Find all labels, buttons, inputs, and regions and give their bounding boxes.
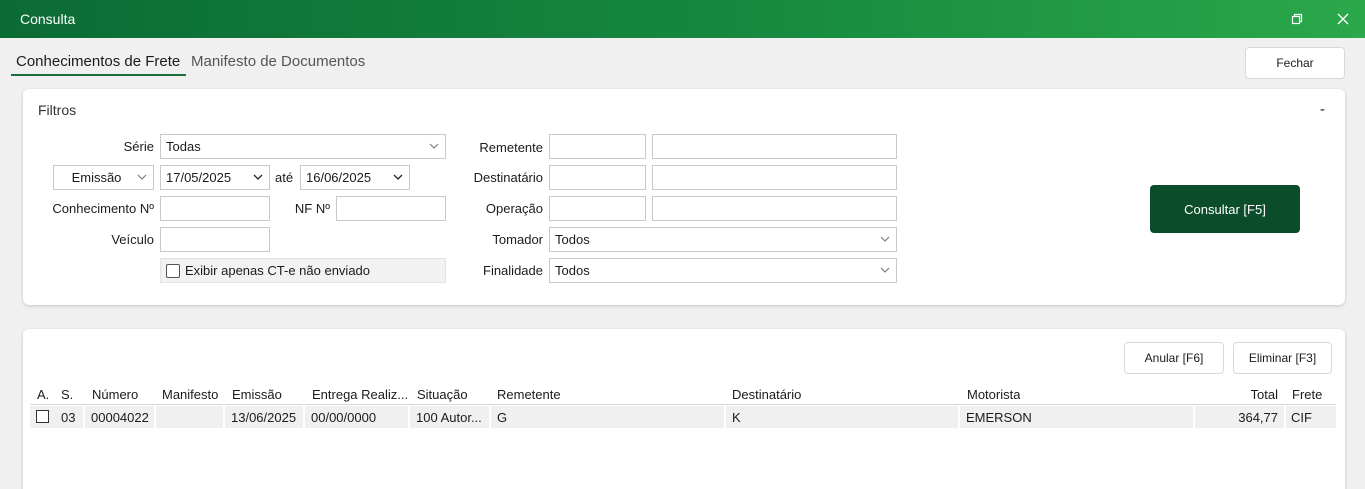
cell-remetente: G bbox=[497, 410, 508, 425]
column-header-total[interactable]: Total bbox=[1202, 387, 1278, 402]
veiculo-input[interactable] bbox=[160, 227, 270, 252]
chevron-down-icon bbox=[429, 143, 439, 149]
cell-separator bbox=[223, 406, 225, 428]
date-from-value: 17/05/2025 bbox=[166, 170, 232, 185]
serie-value: Todas bbox=[166, 139, 201, 154]
collapse-filters-button[interactable]: - bbox=[1320, 101, 1325, 118]
column-header-manifesto[interactable]: Manifesto bbox=[162, 387, 218, 402]
column-header-emissao[interactable]: Emissão bbox=[232, 387, 282, 402]
cell-frete: CIF bbox=[1291, 410, 1312, 425]
cell-separator bbox=[1193, 406, 1195, 428]
cell-destinatario: K bbox=[732, 410, 741, 425]
cell-separator bbox=[303, 406, 305, 428]
only-not-sent-checkbox[interactable]: Exibir apenas CT-e não enviado bbox=[160, 258, 446, 283]
conhecimento-label: Conhecimento Nº bbox=[52, 201, 154, 216]
cell-separator bbox=[958, 406, 960, 428]
chevron-down-icon bbox=[880, 236, 890, 242]
cell-emissao: 13/06/2025 bbox=[231, 410, 297, 425]
row-checkbox[interactable] bbox=[36, 410, 49, 423]
destinatario-label: Destinatário bbox=[473, 170, 543, 185]
conhecimento-input[interactable] bbox=[160, 196, 270, 221]
column-header-frete[interactable]: Frete bbox=[1292, 387, 1322, 402]
cell-total: 364,77 bbox=[1238, 410, 1278, 425]
title-bar: Consulta bbox=[0, 0, 1365, 38]
date-type-select[interactable]: Emissão bbox=[53, 165, 154, 190]
cell-entrega: 00/00/0000 bbox=[311, 410, 377, 425]
cell-separator bbox=[408, 406, 410, 428]
anular-button[interactable]: Anular [F6] bbox=[1124, 342, 1224, 374]
fechar-button[interactable]: Fechar bbox=[1245, 47, 1345, 79]
cell-separator bbox=[1284, 406, 1286, 428]
tomador-value: Todos bbox=[555, 232, 590, 247]
cell-separator bbox=[83, 406, 85, 428]
veiculo-label: Veículo bbox=[111, 232, 154, 247]
chevron-down-icon bbox=[393, 174, 403, 180]
column-header-remetente[interactable]: Remetente bbox=[497, 387, 561, 402]
operacao-name-input[interactable] bbox=[652, 196, 897, 221]
chevron-down-icon bbox=[137, 174, 147, 180]
cell-separator bbox=[489, 406, 491, 428]
window-title: Consulta bbox=[20, 11, 76, 27]
finalidade-label: Finalidade bbox=[483, 263, 543, 278]
remetente-code-input[interactable] bbox=[549, 134, 646, 159]
serie-select[interactable]: Todas bbox=[160, 134, 446, 159]
column-header-situacao[interactable]: Situação bbox=[417, 387, 468, 402]
only-not-sent-label: Exibir apenas CT-e não enviado bbox=[185, 263, 371, 278]
eliminar-button[interactable]: Eliminar [F3] bbox=[1233, 342, 1332, 374]
column-header-entrega[interactable]: Entrega Realiz... bbox=[312, 387, 408, 402]
column-header-s[interactable]: S. bbox=[61, 387, 73, 402]
tomador-label: Tomador bbox=[492, 232, 543, 247]
operacao-label: Operação bbox=[485, 201, 543, 216]
table-header: A. S. Número Manifesto Emissão Entrega R… bbox=[30, 382, 1336, 405]
remetente-label: Remetente bbox=[479, 140, 543, 155]
date-from-picker[interactable]: 17/05/2025 bbox=[160, 165, 270, 190]
cell-serie: 03 bbox=[61, 410, 76, 425]
nf-label: NF Nº bbox=[294, 201, 330, 216]
ate-label: até bbox=[275, 170, 294, 185]
destinatario-name-input[interactable] bbox=[652, 165, 897, 190]
consultar-button[interactable]: Consultar [F5] bbox=[1150, 185, 1300, 233]
table-row[interactable]: 03 00004022 13/06/2025 00/00/0000 100 Au… bbox=[30, 406, 1336, 428]
filters-title: Filtros bbox=[38, 102, 77, 118]
checkbox-box[interactable] bbox=[166, 263, 180, 278]
cell-numero: 00004022 bbox=[91, 410, 149, 425]
column-header-a[interactable]: A. bbox=[37, 387, 49, 402]
remetente-name-input[interactable] bbox=[652, 134, 897, 159]
date-to-value: 16/06/2025 bbox=[306, 170, 372, 185]
tab-manifesto-de-documentos[interactable]: Manifesto de Documentos bbox=[191, 53, 365, 74]
column-header-numero[interactable]: Número bbox=[92, 387, 138, 402]
tab-conhecimentos-de-frete[interactable]: Conhecimentos de Frete bbox=[11, 53, 187, 76]
chevron-down-icon bbox=[880, 267, 890, 273]
chevron-down-icon bbox=[253, 174, 263, 180]
cell-separator bbox=[154, 406, 156, 428]
date-to-picker[interactable]: 16/06/2025 bbox=[300, 165, 410, 190]
cell-motorista: EMERSON bbox=[966, 410, 1032, 425]
close-icon[interactable] bbox=[1333, 9, 1353, 29]
serie-label: Série bbox=[123, 139, 154, 154]
cell-situacao: 100 Autor... bbox=[416, 410, 482, 425]
finalidade-select[interactable]: Todos bbox=[549, 258, 897, 283]
finalidade-value: Todos bbox=[555, 263, 590, 278]
restore-icon[interactable] bbox=[1287, 9, 1307, 29]
column-header-destinatario[interactable]: Destinatário bbox=[732, 387, 801, 402]
nf-input[interactable] bbox=[336, 196, 446, 221]
date-type-value: Emissão bbox=[71, 170, 122, 185]
destinatario-code-input[interactable] bbox=[549, 165, 646, 190]
cell-separator bbox=[724, 406, 726, 428]
column-header-motorista[interactable]: Motorista bbox=[967, 387, 1020, 402]
operacao-code-input[interactable] bbox=[549, 196, 646, 221]
tomador-select[interactable]: Todos bbox=[549, 227, 897, 252]
